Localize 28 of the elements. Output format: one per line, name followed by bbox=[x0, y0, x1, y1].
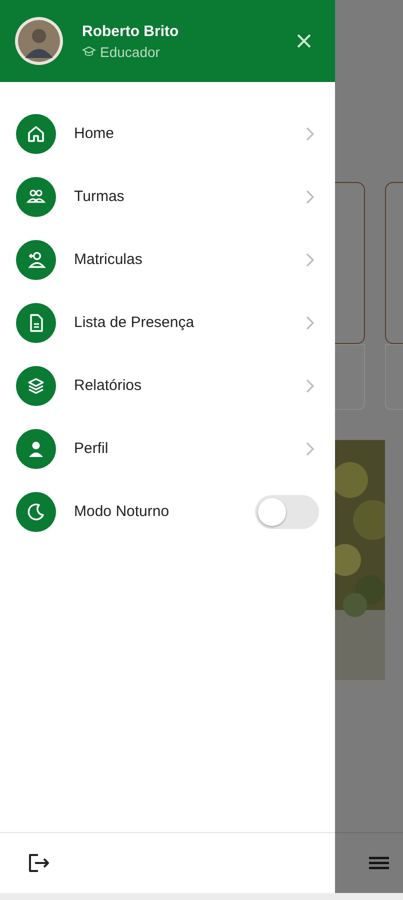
user-role: Educador bbox=[100, 44, 160, 60]
person-icon[interactable] bbox=[16, 428, 56, 468]
chevron-icon bbox=[305, 252, 315, 266]
menu-item-label[interactable]: Relatórios bbox=[74, 377, 305, 394]
chevron-icon bbox=[305, 378, 315, 392]
menu-icon[interactable] bbox=[369, 856, 389, 870]
avatar bbox=[14, 16, 64, 66]
chevron-icon bbox=[305, 190, 315, 204]
menu-item-label[interactable]: Lista de Presença bbox=[74, 314, 305, 331]
menu-item-label[interactable]: Modo Noturno bbox=[74, 503, 255, 520]
add-person-icon[interactable] bbox=[16, 240, 56, 280]
layers-icon[interactable] bbox=[16, 366, 56, 406]
close-icon[interactable] bbox=[295, 32, 313, 50]
graduation-cap-icon bbox=[82, 46, 96, 58]
people-icon[interactable] bbox=[16, 176, 56, 216]
menu-item-label[interactable]: Matriculas bbox=[74, 251, 305, 268]
logout-icon[interactable] bbox=[26, 851, 52, 875]
document-icon[interactable] bbox=[16, 302, 56, 342]
moon-icon[interactable] bbox=[16, 492, 56, 532]
home-icon[interactable] bbox=[16, 114, 56, 154]
chevron-icon bbox=[305, 442, 315, 456]
chevron-icon bbox=[305, 126, 315, 140]
menu-item-label[interactable]: Turmas bbox=[74, 188, 305, 205]
toggle-switch[interactable] bbox=[255, 494, 319, 528]
menu-item-label[interactable]: Home bbox=[74, 125, 305, 142]
user-name: Roberto Brito bbox=[82, 22, 180, 40]
menu-item-label[interactable]: Perfil bbox=[74, 440, 305, 457]
chevron-icon bbox=[305, 316, 315, 330]
